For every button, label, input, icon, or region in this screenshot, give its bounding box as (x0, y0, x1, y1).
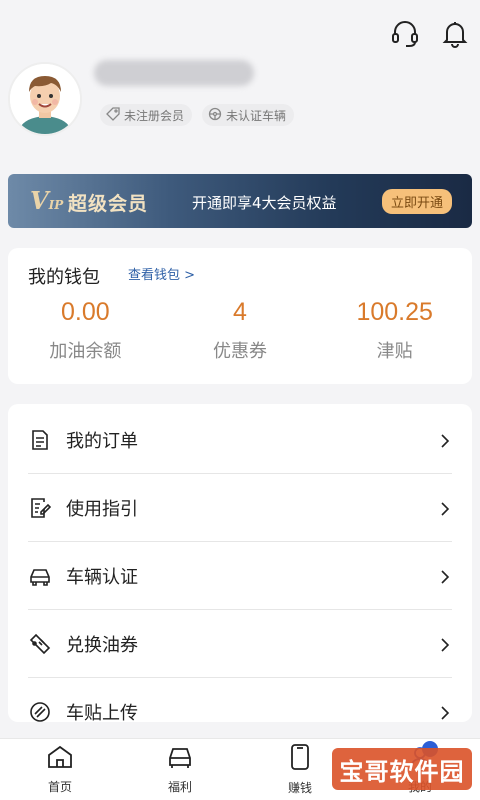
menu-item-guide[interactable]: 使用指引 (28, 474, 452, 542)
menu-item-vehicle-cert[interactable]: 车辆认证 (28, 542, 452, 610)
wallet-stats: 0.00 加油余额 4 优惠券 100.25 津贴 (8, 298, 472, 363)
stat-label: 优惠券 (213, 341, 267, 362)
chevron-right-icon (438, 501, 452, 516)
stat-label: 加油余额 (49, 341, 122, 362)
watermark: 宝哥软件园 (332, 748, 472, 790)
vip-description: 开通即享4大会员权益 (192, 194, 337, 212)
username-blurred (94, 60, 254, 86)
chevron-right-icon (438, 705, 452, 720)
stat-value: 0.00 (61, 298, 110, 326)
tag-icon (106, 106, 120, 124)
tab-label: 首页 (47, 780, 72, 794)
edit-doc-icon (28, 496, 52, 520)
ticket-icon (28, 632, 52, 656)
car-icon (28, 564, 52, 588)
chevron-right-icon (438, 637, 452, 652)
member-badge[interactable]: 未注册会员 (100, 104, 193, 126)
tab-welfare[interactable]: 福利 (120, 739, 240, 800)
menu-item-redeem[interactable]: 兑换油券 (28, 610, 452, 678)
menu-item-orders[interactable]: 我的订单 (28, 406, 452, 474)
vehicle-badge[interactable]: 未认证车辆 (202, 104, 295, 126)
top-actions (390, 18, 470, 48)
steering-wheel-icon (208, 107, 222, 124)
home-icon (46, 744, 74, 774)
chevron-right-icon (438, 433, 452, 448)
headset-icon[interactable] (390, 18, 420, 48)
menu-item-label: 我的订单 (66, 430, 138, 452)
wallet-title: 我的钱包 (28, 267, 100, 288)
document-icon (28, 428, 52, 452)
stat-value: 4 (233, 298, 247, 326)
stat-fuel-balance[interactable]: 0.00 加油余额 (8, 298, 163, 363)
tab-label: 赚钱 (287, 781, 312, 795)
menu-item-label: 车辆认证 (66, 566, 138, 588)
vip-open-button[interactable]: 立即开通 (381, 189, 452, 214)
stat-coupons[interactable]: 4 优惠券 (163, 298, 318, 363)
stat-label: 津贴 (376, 341, 413, 362)
menu-item-sticker-upload[interactable]: 车贴上传 (28, 678, 452, 722)
badge-row: 未注册会员 未认证车辆 (100, 104, 295, 126)
view-wallet-link[interactable]: 查看钱包 > (128, 264, 195, 283)
vip-title: 超级会员 (68, 193, 149, 215)
menu-item-label: 车贴上传 (66, 703, 138, 722)
upload-sticker-icon (28, 700, 52, 722)
chevron-right-icon (438, 569, 452, 584)
menu-item-label: 使用指引 (66, 498, 138, 520)
profile-section: 未注册会员 未认证车辆 (8, 58, 472, 148)
car-front-icon (166, 744, 194, 774)
vip-logo: VIP (30, 186, 64, 215)
stat-value: 100.25 (356, 298, 433, 326)
stat-allowance[interactable]: 100.25 津贴 (317, 298, 472, 363)
wallet-card: 我的钱包 查看钱包 > 0.00 加油余额 4 优惠券 100.25 津贴 (8, 248, 472, 384)
avatar[interactable] (8, 62, 82, 136)
bell-icon[interactable] (440, 18, 470, 48)
vip-banner[interactable]: VIP 超级会员 开通即享4大会员权益 立即开通 (8, 174, 472, 228)
tab-label: 福利 (167, 780, 192, 794)
vehicle-badge-label: 未认证车辆 (226, 108, 287, 123)
member-badge-label: 未注册会员 (124, 108, 185, 123)
phone-icon (288, 743, 312, 775)
menu-list: 我的订单 使用指引 车辆认证 兑换油券 车贴上传 (8, 404, 472, 722)
menu-item-label: 兑换油券 (66, 634, 138, 656)
tab-home[interactable]: 首页 (0, 739, 120, 800)
